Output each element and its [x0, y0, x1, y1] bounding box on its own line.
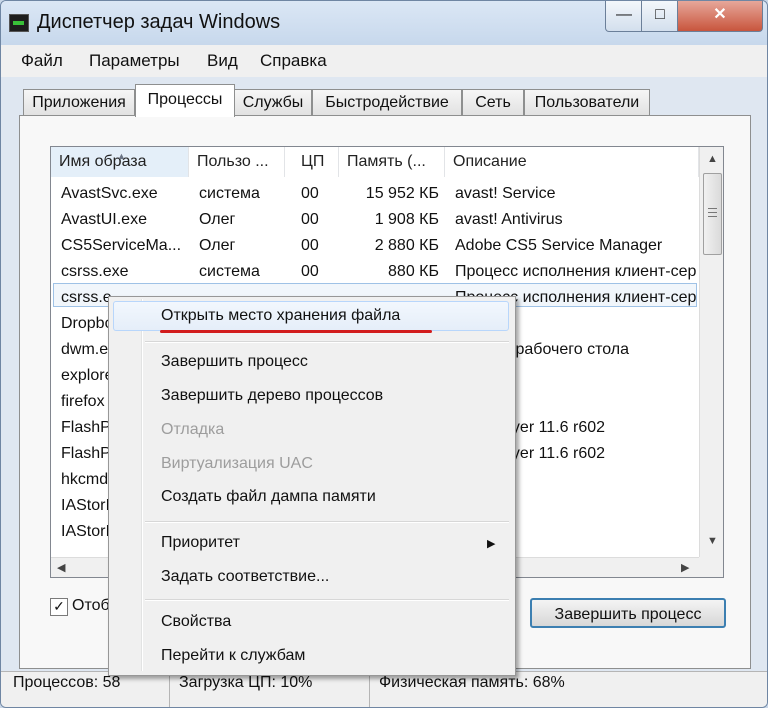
- maximize-button[interactable]: □: [641, 1, 679, 32]
- menu-bar: Файл Параметры Вид Справка: [1, 45, 767, 77]
- scroll-up-icon[interactable]: ▲: [707, 153, 718, 165]
- status-process-count: Процессов: 58: [13, 674, 121, 691]
- row-0-desc: avast! Service: [455, 185, 556, 202]
- status-cpu-usage: Загрузка ЦП: 10%: [179, 674, 313, 691]
- menu-help[interactable]: Справка: [260, 51, 327, 71]
- show-all-users-checkbox[interactable]: ✓: [50, 598, 68, 616]
- tab-network[interactable]: Сеть: [462, 89, 524, 116]
- ctx-debug: Отладка: [161, 421, 225, 438]
- row-2-user: Олег: [199, 237, 236, 254]
- scroll-down-icon[interactable]: ▼: [707, 535, 718, 547]
- row-0-name: AvastSvc.exe: [61, 185, 158, 202]
- column-header-memory[interactable]: Память (...: [339, 147, 445, 177]
- close-button[interactable]: ✕: [677, 1, 763, 32]
- ctx-properties[interactable]: Свойства: [161, 613, 231, 631]
- column-label: Имя образа: [59, 153, 147, 170]
- row-3-mem: 880 КБ: [388, 263, 439, 280]
- menu-view[interactable]: Вид: [207, 51, 238, 71]
- title-bar[interactable]: Диспетчер задач Windows — □ ✕: [1, 1, 767, 45]
- ctx-end-process[interactable]: Завершить процесс: [161, 353, 308, 371]
- minimize-button[interactable]: —: [605, 1, 643, 32]
- vertical-scrollbar[interactable]: ▲ ▼: [699, 147, 723, 557]
- ctx-separator: [145, 341, 509, 343]
- row-3-desc: Процесс исполнения клиент-сер: [455, 263, 697, 280]
- row-1-desc: avast! Antivirus: [455, 211, 563, 228]
- row-2-desc: Adobe CS5 Service Manager: [455, 237, 663, 254]
- row-1-user: Олег: [199, 211, 236, 228]
- row-3-name: csrss.exe: [61, 263, 129, 280]
- tab-services[interactable]: Службы: [234, 89, 312, 116]
- menu-file[interactable]: Файл: [21, 51, 63, 71]
- column-header-cpu[interactable]: ЦП: [285, 147, 339, 177]
- end-process-button[interactable]: Завершить процесс: [530, 598, 726, 628]
- row-2-cpu: 00: [301, 237, 319, 254]
- ctx-set-affinity[interactable]: Задать соответствие...: [161, 568, 329, 586]
- row-3-user: система: [199, 263, 260, 280]
- submenu-arrow-icon: ▶: [487, 538, 496, 550]
- tab-performance[interactable]: Быстродействие: [312, 89, 462, 116]
- row-0-cpu: 00: [301, 185, 319, 202]
- column-header-image-name[interactable]: ▲ Имя образа: [51, 147, 189, 177]
- checkmark-icon: ✓: [53, 598, 65, 614]
- task-manager-icon: [9, 14, 29, 32]
- row-1-cpu: 00: [301, 211, 319, 228]
- row-0-user: система: [199, 185, 260, 202]
- ctx-go-to-services[interactable]: Перейти к службам: [161, 647, 305, 665]
- scroll-left-icon[interactable]: ◀: [57, 561, 65, 574]
- ctx-separator: [145, 599, 509, 601]
- ctx-open-file-location[interactable]: Открыть место хранения файла: [113, 301, 509, 331]
- tab-users[interactable]: Пользователи: [524, 89, 650, 116]
- ctx-separator: [145, 521, 509, 523]
- ctx-end-process-tree[interactable]: Завершить дерево процессов: [161, 387, 383, 405]
- ctx-uac-virtualization: Виртуализация UAC: [161, 455, 313, 472]
- context-menu-gutter: [141, 299, 143, 671]
- row-0-mem: 15 952 КБ: [365, 185, 439, 202]
- menu-options[interactable]: Параметры: [89, 51, 180, 71]
- status-bar: Процессов: 58 Загрузка ЦП: 10% Физическа…: [1, 671, 767, 707]
- tab-processes[interactable]: Процессы: [135, 84, 235, 117]
- tab-strip: Приложения Процессы Службы Быстродействи…: [1, 81, 767, 117]
- scroll-right-icon[interactable]: ▶: [681, 561, 689, 574]
- column-header-description[interactable]: Описание: [445, 147, 699, 177]
- scrollbar-corner: [699, 557, 723, 577]
- row-3-cpu: 00: [301, 263, 319, 280]
- row-2-name: CS5ServiceMa...: [61, 237, 182, 254]
- context-menu: Открыть место хранения файла Завершить п…: [108, 296, 516, 676]
- ctx-create-dump-file[interactable]: Создать файл дампа памяти: [161, 488, 376, 506]
- column-header-user[interactable]: Пользо ...: [189, 147, 285, 177]
- red-underline-annotation: [160, 330, 432, 333]
- window-title: Диспетчер задач Windows: [37, 11, 281, 33]
- row-1-name: AvastUI.exe: [61, 211, 147, 228]
- row-2-mem: 2 880 КБ: [374, 237, 439, 254]
- ctx-priority[interactable]: Приоритет: [161, 534, 240, 552]
- status-physical-memory: Физическая память: 68%: [379, 674, 565, 691]
- tab-applications[interactable]: Приложения: [23, 89, 135, 116]
- row-1-mem: 1 908 КБ: [374, 211, 439, 228]
- sort-indicator-icon: ▲: [117, 151, 126, 161]
- show-all-users-label: Отоб: [72, 597, 110, 614]
- scroll-thumb[interactable]: [703, 173, 722, 255]
